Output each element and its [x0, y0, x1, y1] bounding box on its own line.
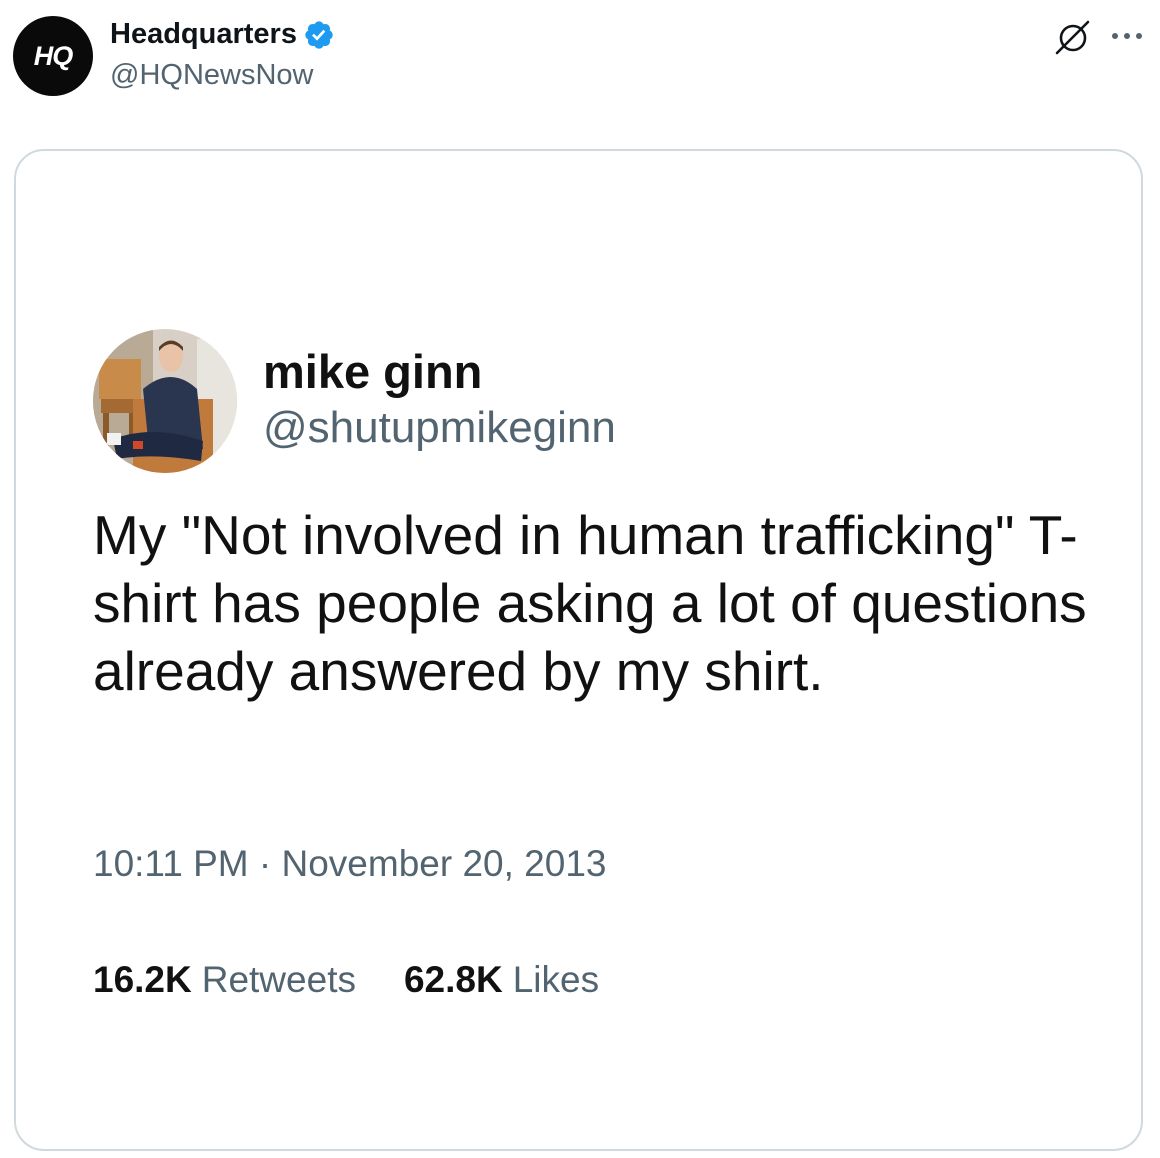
verified-badge-icon	[305, 20, 333, 49]
avatar-photo	[93, 329, 237, 473]
author-name[interactable]: Headquarters	[110, 18, 335, 51]
author-name-text: Headquarters	[110, 18, 297, 50]
likes-count: 62.8K	[403, 959, 503, 1000]
likes-stat: 62.8K Likes	[404, 959, 599, 1001]
quoted-tweet-timestamp: 10:11 PM · November 20, 2013	[93, 843, 607, 884]
more-options-icon[interactable]	[1110, 24, 1144, 48]
author-avatar[interactable]: HQ	[13, 16, 93, 96]
retweets-count: 16.2K	[93, 959, 192, 1000]
quoted-author-handle: @shutupmikeginn	[263, 403, 616, 452]
hq-logo: HQ	[33, 40, 73, 71]
quoted-tweet-stats: 16.2K Retweets 62.8K Likes	[93, 959, 647, 1001]
quoted-author-avatar	[93, 329, 237, 473]
quoted-tweet-text: My "Not involved in human trafficking" T…	[93, 504, 1087, 702]
likes-label: Likes	[512, 959, 600, 1000]
grok-icon[interactable]	[1053, 18, 1093, 58]
retweets-stat: 16.2K Retweets	[93, 959, 356, 1001]
media-card[interactable]: mike ginn @shutupmikeginn My "Not involv…	[14, 149, 1143, 1151]
retweets-label: Retweets	[201, 959, 356, 1000]
quoted-author-name: mike ginn	[263, 345, 483, 398]
author-handle[interactable]: @HQNewsNow	[110, 59, 313, 92]
